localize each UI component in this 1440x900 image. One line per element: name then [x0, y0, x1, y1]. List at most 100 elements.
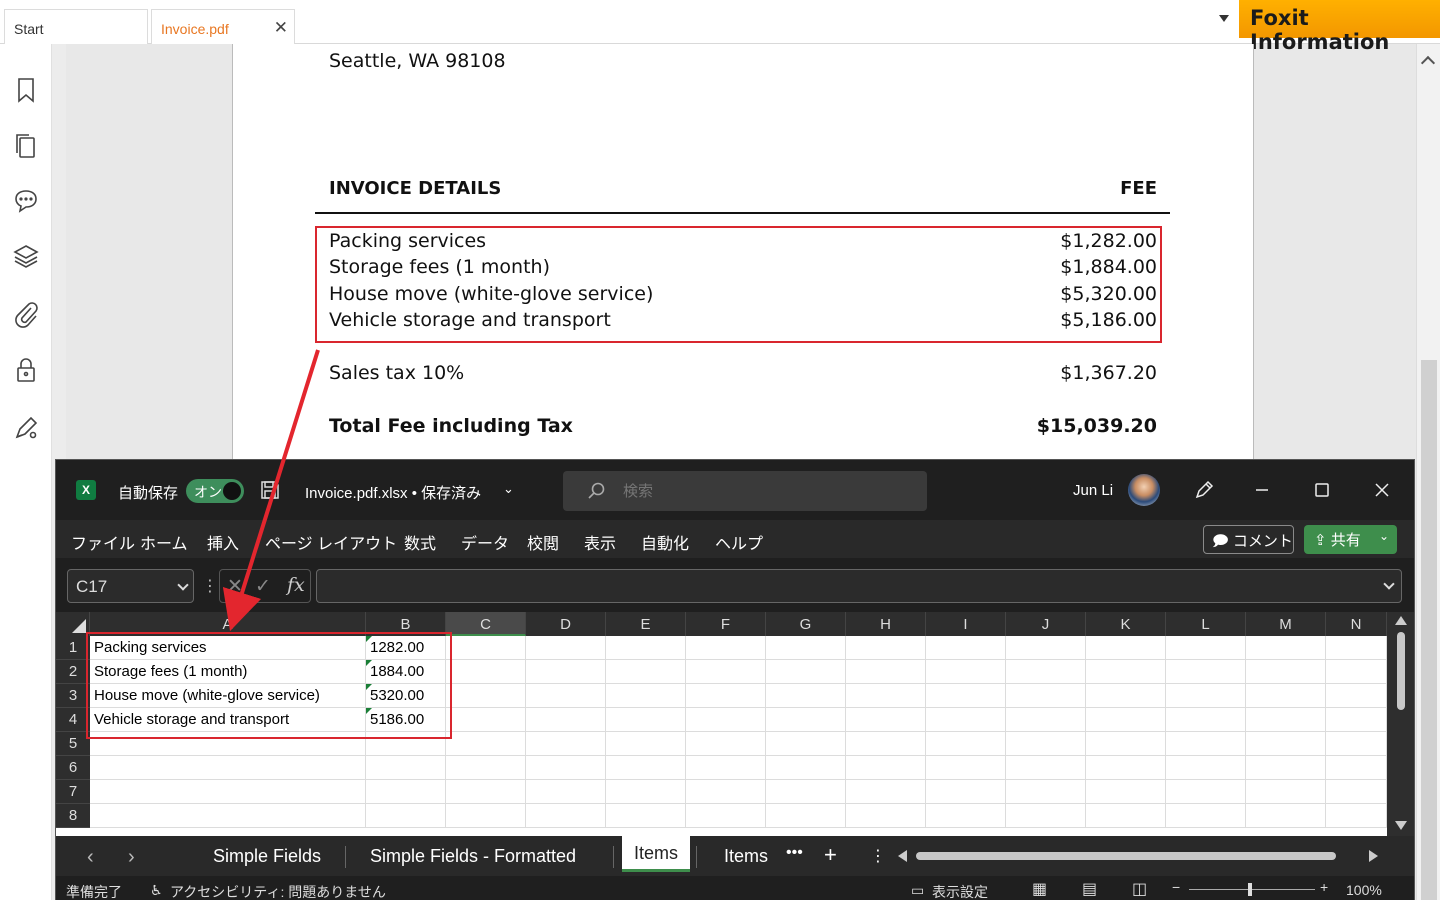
scroll-thumb[interactable]: [916, 852, 1336, 860]
cell-empty[interactable]: [1086, 804, 1166, 828]
cell-empty[interactable]: [526, 636, 606, 660]
cell-empty[interactable]: [1006, 780, 1086, 804]
share-chevron-down-icon[interactable]: ⌄: [1379, 529, 1389, 543]
menu-automate[interactable]: 自動化: [641, 530, 689, 554]
cell-empty[interactable]: [846, 684, 926, 708]
cell-empty[interactable]: [606, 732, 686, 756]
column-header-m[interactable]: M: [1246, 612, 1326, 636]
cell-empty[interactable]: [846, 732, 926, 756]
cell-empty[interactable]: [846, 780, 926, 804]
cell-item-fee[interactable]: [366, 756, 446, 780]
cell-empty[interactable]: [1246, 804, 1326, 828]
security-lock-icon[interactable]: [12, 356, 40, 384]
cell-empty[interactable]: [1086, 732, 1166, 756]
sheet-tab-items-active[interactable]: Items: [622, 836, 691, 872]
cell-empty[interactable]: [526, 708, 606, 732]
bookmark-icon[interactable]: [12, 76, 40, 104]
cell-empty[interactable]: [1246, 780, 1326, 804]
cell-empty[interactable]: [1086, 756, 1166, 780]
column-header-k[interactable]: K: [1086, 612, 1166, 636]
cell-empty[interactable]: [606, 780, 686, 804]
cell-empty[interactable]: [1326, 660, 1387, 684]
grid-vertical-scrollbar[interactable]: [1387, 612, 1414, 836]
cell-empty[interactable]: [686, 780, 766, 804]
pen-icon[interactable]: [1190, 476, 1218, 504]
share-button[interactable]: ⇪ 共有 ⌄: [1304, 525, 1397, 554]
more-options-icon[interactable]: ⋮: [202, 576, 218, 596]
sheet-tab-items[interactable]: Items: [724, 846, 768, 867]
menu-data[interactable]: データ: [461, 530, 509, 554]
cell-empty[interactable]: [766, 732, 846, 756]
select-all-corner[interactable]: [56, 612, 90, 636]
cell-empty[interactable]: [526, 756, 606, 780]
cell-empty[interactable]: [1326, 636, 1387, 660]
cell-empty[interactable]: [766, 756, 846, 780]
name-box-chevron-down-icon[interactable]: [177, 579, 189, 591]
cell-empty[interactable]: [766, 636, 846, 660]
cell-item-fee[interactable]: [366, 804, 446, 828]
sheet-options-icon[interactable]: ⋮: [870, 846, 886, 866]
cell-empty[interactable]: [1166, 780, 1246, 804]
cell-empty[interactable]: [1326, 756, 1387, 780]
column-header-i[interactable]: I: [926, 612, 1006, 636]
search-input[interactable]: [623, 480, 903, 502]
row-header[interactable]: 1: [56, 636, 90, 660]
cell-empty[interactable]: [686, 636, 766, 660]
cell-empty[interactable]: [1326, 708, 1387, 732]
cell-empty[interactable]: [766, 660, 846, 684]
menu-page-layout[interactable]: ページ レイアウト: [265, 530, 397, 554]
row-header[interactable]: 7: [56, 780, 90, 804]
formula-input[interactable]: [316, 569, 1402, 603]
page-layout-view-icon[interactable]: ▤: [1082, 879, 1097, 899]
cell-empty[interactable]: [766, 780, 846, 804]
cell-empty[interactable]: [1086, 708, 1166, 732]
tab-list-chevron-down-icon[interactable]: [1219, 15, 1229, 22]
cell-empty[interactable]: [686, 684, 766, 708]
scroll-thumb[interactable]: [1421, 360, 1437, 900]
menu-home[interactable]: ホーム: [140, 530, 188, 554]
cell-empty[interactable]: [446, 756, 526, 780]
horizontal-scrollbar[interactable]: [896, 846, 1386, 866]
cell-empty[interactable]: [846, 756, 926, 780]
page-break-view-icon[interactable]: ◫: [1132, 879, 1147, 899]
close-window-icon[interactable]: [1368, 476, 1396, 504]
cell-empty[interactable]: [1166, 708, 1246, 732]
cell-empty[interactable]: [926, 732, 1006, 756]
cell-empty[interactable]: [1086, 684, 1166, 708]
row-header[interactable]: 4: [56, 708, 90, 732]
scroll-down-icon[interactable]: [1395, 821, 1407, 830]
comment-icon[interactable]: [12, 186, 40, 214]
cell-empty[interactable]: [766, 708, 846, 732]
row-header[interactable]: 3: [56, 684, 90, 708]
cell-empty[interactable]: [1086, 636, 1166, 660]
autosave-toggle[interactable]: オン: [186, 479, 244, 503]
cell-empty[interactable]: [606, 708, 686, 732]
name-box[interactable]: C17: [67, 569, 194, 603]
row-header[interactable]: 2: [56, 660, 90, 684]
cell-empty[interactable]: [446, 780, 526, 804]
display-settings[interactable]: 表示設定: [932, 882, 988, 900]
file-title-chevron-down-icon[interactable]: ⌄: [503, 481, 514, 497]
cell-item-fee[interactable]: [366, 780, 446, 804]
maximize-icon[interactable]: [1308, 476, 1336, 504]
column-header-l[interactable]: L: [1166, 612, 1246, 636]
cell-empty[interactable]: [1006, 756, 1086, 780]
save-icon[interactable]: [260, 480, 280, 500]
insert-function-icon[interactable]: fx: [287, 574, 305, 596]
menu-file[interactable]: ファイル: [71, 530, 135, 554]
cell-empty[interactable]: [446, 804, 526, 828]
cell-empty[interactable]: [686, 708, 766, 732]
status-accessibility[interactable]: アクセシビリティ: 問題ありません: [170, 882, 386, 900]
avatar[interactable]: [1128, 474, 1160, 506]
row-header[interactable]: 6: [56, 756, 90, 780]
column-header-n[interactable]: N: [1326, 612, 1387, 636]
cell-empty[interactable]: [1086, 660, 1166, 684]
column-header-e[interactable]: E: [606, 612, 686, 636]
scroll-up-icon[interactable]: [1420, 55, 1436, 71]
cell-empty[interactable]: [446, 684, 526, 708]
zoom-out-icon[interactable]: −: [1172, 879, 1180, 895]
cell-empty[interactable]: [446, 636, 526, 660]
cell-empty[interactable]: [606, 636, 686, 660]
cell-empty[interactable]: [1006, 804, 1086, 828]
cell-empty[interactable]: [1326, 804, 1387, 828]
